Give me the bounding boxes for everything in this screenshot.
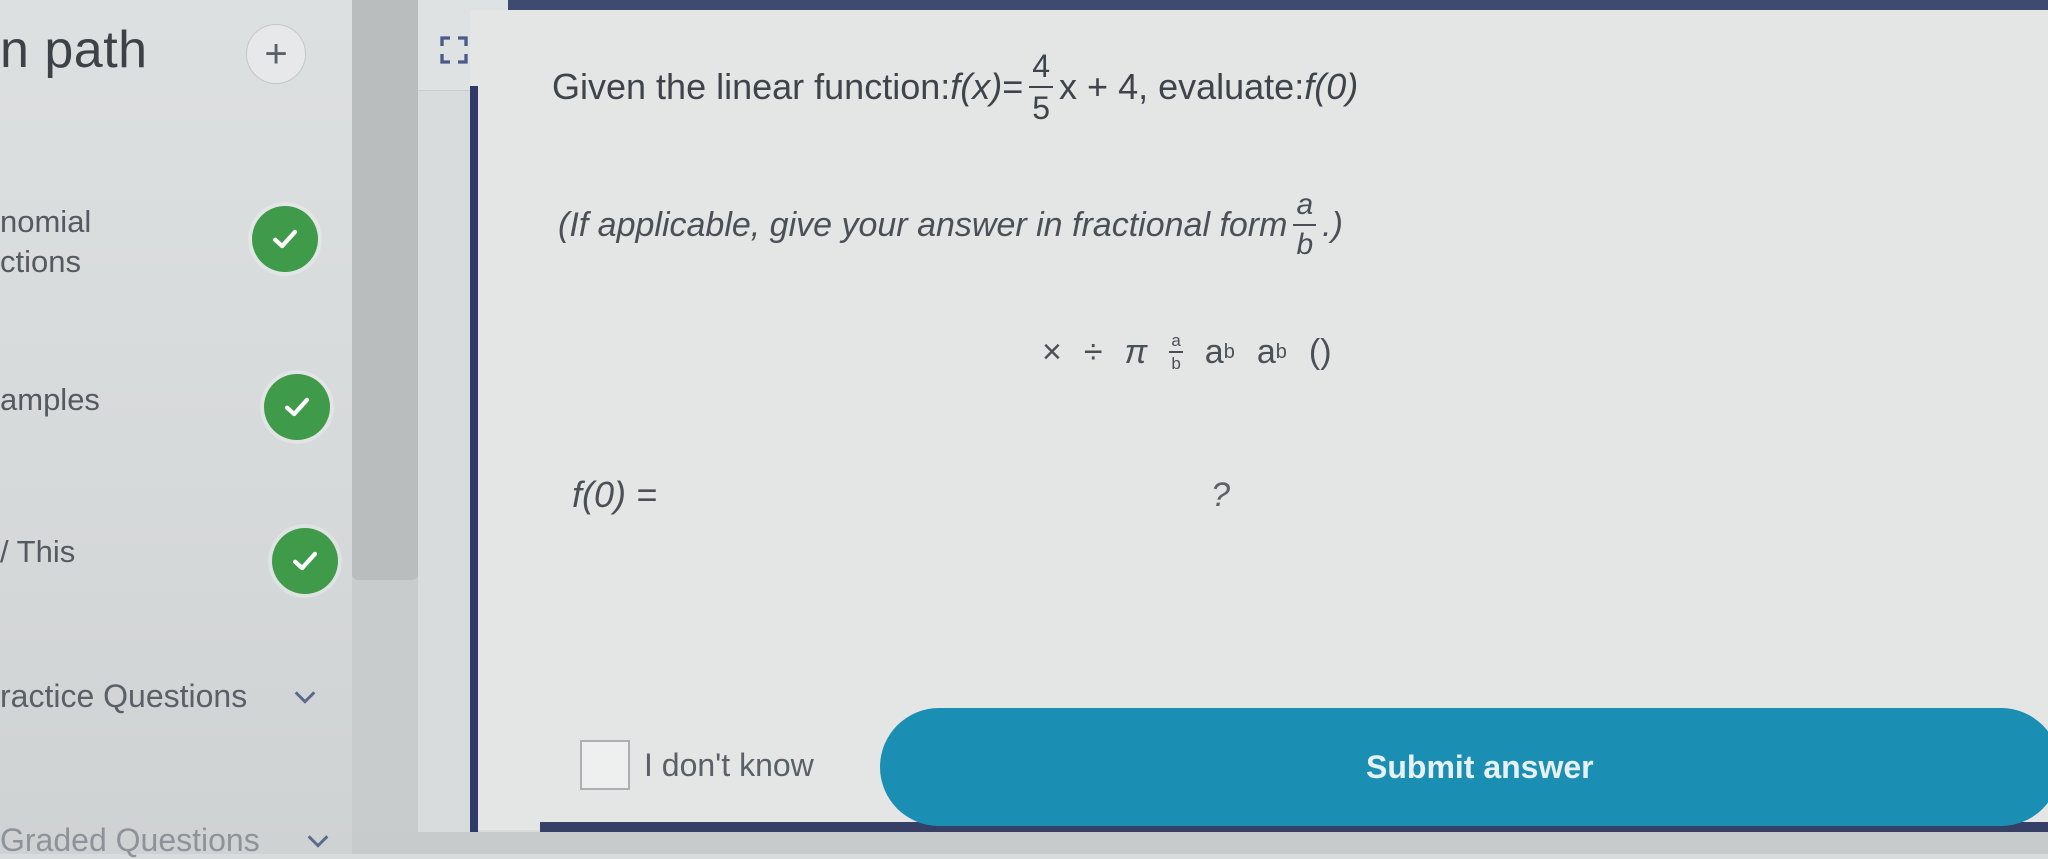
math-toolbar: × ÷ π a b ab ab () bbox=[1042, 332, 1332, 372]
question-prefix: Given the linear function: bbox=[552, 66, 951, 107]
divide-button[interactable]: ÷ bbox=[1084, 333, 1103, 372]
slope-fraction: 4 5 bbox=[1029, 50, 1054, 126]
lesson-item[interactable]: amples bbox=[0, 380, 100, 420]
plus-icon: + bbox=[264, 31, 288, 76]
fraction-button[interactable]: a b bbox=[1169, 332, 1183, 373]
hint-close: .) bbox=[1322, 205, 1343, 244]
dont-know-label: I don't know bbox=[644, 746, 814, 783]
fraction-icon-num: a bbox=[1169, 332, 1183, 353]
section-practice-questions[interactable]: ractice Questions bbox=[0, 678, 319, 715]
question-card bbox=[470, 10, 2048, 830]
subscript-button[interactable]: ab bbox=[1257, 333, 1287, 372]
path-title: n path bbox=[0, 21, 148, 79]
section-label: ractice Questions bbox=[0, 678, 248, 714]
pi-button[interactable]: π bbox=[1125, 333, 1148, 372]
fraction-icon-den: b bbox=[1171, 354, 1181, 373]
times-button[interactable]: × bbox=[1042, 333, 1062, 372]
exponent-button[interactable]: ab bbox=[1205, 333, 1235, 372]
hint-text: (If applicable, give your answer in frac… bbox=[558, 190, 1343, 260]
card-border bbox=[470, 86, 478, 832]
evaluate-expression: f(0) bbox=[1304, 66, 1359, 107]
section-label: Graded Questions bbox=[0, 822, 260, 858]
exponent-base: a bbox=[1204, 332, 1224, 371]
hint-label: (If applicable, give your answer in frac… bbox=[558, 205, 1288, 244]
section-graded-questions[interactable]: Graded Questions bbox=[0, 822, 332, 859]
function-name: f(x) bbox=[950, 66, 1003, 107]
answer-label: f(0) = bbox=[572, 474, 658, 515]
lesson-label-line1: amples bbox=[0, 382, 100, 417]
expand-icon[interactable] bbox=[438, 34, 470, 66]
check-icon bbox=[272, 528, 338, 594]
hint-fraction: a b bbox=[1293, 190, 1317, 261]
check-icon bbox=[252, 206, 318, 272]
lesson-label-line1: nomial bbox=[0, 204, 92, 239]
check-icon bbox=[264, 374, 330, 440]
lesson-item[interactable]: / This bbox=[0, 532, 75, 572]
lesson-label-line2: ctions bbox=[0, 244, 81, 279]
fraction-denominator: 5 bbox=[1032, 90, 1051, 126]
add-button[interactable]: + bbox=[246, 24, 306, 84]
subscript-base: a bbox=[1256, 332, 1276, 371]
fraction-denominator: b bbox=[1296, 228, 1314, 261]
exponent-power: b bbox=[1223, 340, 1235, 363]
question-rest: x + 4, evaluate: bbox=[1059, 66, 1305, 107]
answer-input[interactable] bbox=[690, 460, 1330, 530]
lesson-item[interactable]: nomial ctions bbox=[0, 202, 91, 282]
parentheses-button[interactable]: () bbox=[1309, 333, 1332, 372]
dont-know-option[interactable]: I don't know bbox=[580, 740, 814, 790]
sidebar-scrollbar-thumb[interactable] bbox=[352, 0, 418, 580]
chevron-down-icon bbox=[294, 690, 316, 704]
bottom-strip bbox=[352, 832, 2048, 854]
chevron-down-icon bbox=[307, 834, 329, 848]
question-text: Given the linear function: f(x) = 4 5 x … bbox=[552, 50, 1358, 124]
equals-sign: = bbox=[1002, 66, 1024, 107]
lesson-label-line1: / This bbox=[0, 534, 76, 569]
subscript-index: b bbox=[1275, 340, 1287, 363]
fraction-icon: a b bbox=[1169, 332, 1183, 373]
dont-know-checkbox[interactable] bbox=[580, 740, 630, 790]
top-band bbox=[508, 0, 2048, 10]
fraction-numerator: a bbox=[1293, 190, 1317, 226]
submit-answer-button[interactable]: Submit answer bbox=[880, 708, 2048, 826]
fraction-numerator: 4 bbox=[1029, 50, 1054, 88]
